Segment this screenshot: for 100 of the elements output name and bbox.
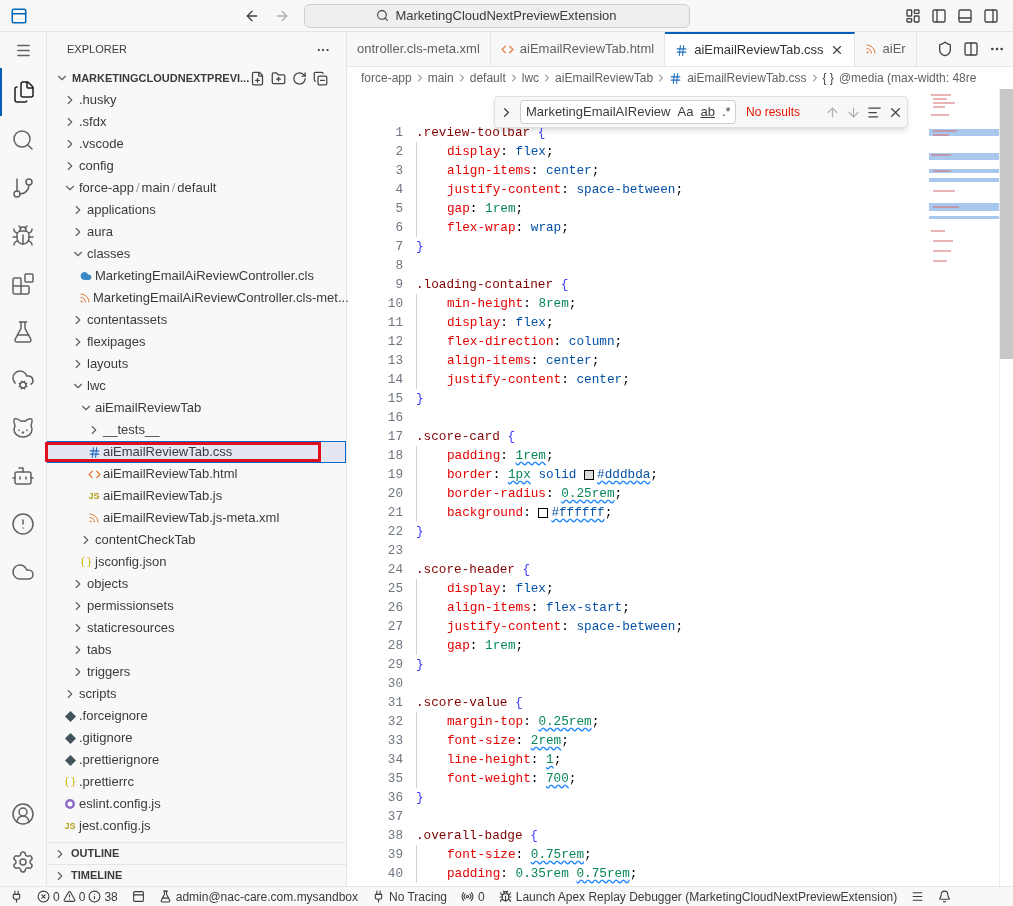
layout-icon[interactable] xyxy=(905,7,921,24)
file-row[interactable]: .gitignore xyxy=(47,727,346,749)
panel-header[interactable]: OUTLINE xyxy=(47,842,346,864)
file-row[interactable]: JS aiEmailReviewTab.js xyxy=(47,485,346,507)
code-line: } xyxy=(416,656,424,674)
folder-row[interactable]: applications xyxy=(47,199,346,221)
folder-row[interactable]: config xyxy=(47,155,346,177)
code-line: justify-content: space-between; xyxy=(416,617,684,637)
folder-row[interactable]: staticresources xyxy=(47,617,346,639)
folder-row[interactable]: .husky xyxy=(47,89,346,111)
line-number: 6 xyxy=(394,219,403,237)
antenna-icon xyxy=(461,890,475,903)
file-row[interactable]: .prettierrc xyxy=(47,771,346,793)
collapse-icon[interactable] xyxy=(313,70,328,86)
workspace-row[interactable]: MARKETINGCLOUDNEXTPREVI... xyxy=(47,67,346,89)
breadcrumb-item[interactable]: @media (max-width: 48re xyxy=(838,69,977,87)
file-row[interactable]: aiEmailReviewTab.js-meta.xml xyxy=(47,507,346,529)
code-line: padding: 0.35rem 0.75rem; xyxy=(416,864,638,884)
org-status[interactable]: admin@nac-care.com.mysandbox xyxy=(158,887,358,906)
tracing-status[interactable]: No Tracing xyxy=(372,887,448,906)
diamond-icon xyxy=(64,732,76,744)
new-file-icon[interactable] xyxy=(250,70,265,86)
breadcrumb-item[interactable]: aiEmailReviewTab.css xyxy=(687,69,807,87)
file-row[interactable]: aiEmailReviewTab.css xyxy=(47,441,346,463)
account-icon[interactable] xyxy=(11,802,35,826)
flask-icon[interactable] xyxy=(11,320,35,344)
file-row[interactable]: jsconfig.json xyxy=(47,551,346,573)
folder-name: .sfdx xyxy=(79,113,107,132)
breadcrumb-item[interactable]: force-app xyxy=(361,69,412,87)
line-number: 27 xyxy=(386,618,403,636)
robot-icon[interactable] xyxy=(11,464,35,488)
folder-name: main xyxy=(141,179,170,198)
window-icon[interactable] xyxy=(131,890,145,903)
line-number: 5 xyxy=(394,200,403,218)
warning-icon xyxy=(62,890,76,903)
folder-row[interactable]: .sfdx xyxy=(47,111,346,133)
split-editor-icon[interactable] xyxy=(963,41,979,57)
breadcrumb-item[interactable]: lwc xyxy=(521,69,540,87)
folder-row[interactable]: permissionsets xyxy=(47,595,346,617)
find-option[interactable]: ab xyxy=(700,102,715,122)
file-name: .prettierignore xyxy=(79,751,160,770)
folder-name: flexipages xyxy=(87,333,146,352)
file-row[interactable]: MarketingEmailAiReviewController.cls xyxy=(47,265,346,287)
search-icon[interactable] xyxy=(11,128,35,152)
find-input[interactable]: MarketingEmailAIReview Aa ab .* xyxy=(520,100,736,124)
folder-name: triggers xyxy=(87,663,131,682)
find-option[interactable]: .* xyxy=(721,102,731,122)
settings-icon[interactable] xyxy=(11,850,35,874)
folder-row[interactable]: contentassets xyxy=(47,309,346,331)
blocks-icon[interactable] xyxy=(11,272,35,296)
panel-bottom-icon[interactable] xyxy=(957,7,973,24)
breadcrumb-item[interactable]: aiEmailReviewTab xyxy=(555,69,654,87)
alert-icon[interactable] xyxy=(11,512,35,536)
ports-status[interactable]: 0 xyxy=(461,887,485,906)
folder-row[interactable]: triggers xyxy=(47,661,346,683)
debugger-status[interactable]: Launch Apex Replay Debugger (MarketingCloudNextPreviewExtension) xyxy=(498,887,898,906)
folder-row[interactable]: objects xyxy=(47,573,346,595)
line-number: 32 xyxy=(386,713,403,731)
folder-row[interactable]: __tests__ xyxy=(47,419,346,441)
folder-row[interactable]: tabs xyxy=(47,639,346,661)
more-actions[interactable]: ··· xyxy=(317,39,330,60)
panel-right-icon[interactable] xyxy=(983,7,999,24)
new-folder-icon[interactable] xyxy=(271,70,286,86)
folder-row[interactable]: contentCheckTab xyxy=(47,529,346,551)
command-search-field[interactable]: MarketingCloudNextPreviewExtension xyxy=(303,3,690,28)
files-icon[interactable] xyxy=(12,80,36,104)
folder-row[interactable]: layouts xyxy=(47,353,346,375)
folder-row[interactable]: .vscode xyxy=(47,133,346,155)
find-status: No results xyxy=(746,104,801,121)
problems-status[interactable]: 0 0 38 xyxy=(37,887,118,906)
file-row[interactable]: .forceignore xyxy=(47,705,346,727)
file-row[interactable]: JS jest.config.js xyxy=(47,815,346,837)
code-line: flex-direction: column; xyxy=(416,332,623,352)
folder-row[interactable]: lwc xyxy=(47,375,346,397)
code-line: align-items: flex-start; xyxy=(416,598,630,618)
file-row[interactable]: MarketingEmailAiReviewController.cls-met... xyxy=(47,287,346,309)
file-row[interactable]: .prettierignore xyxy=(47,749,346,771)
cloud-icon[interactable] xyxy=(11,368,35,392)
folder-row[interactable]: aiEmailReviewTab xyxy=(47,397,346,419)
bug-icon[interactable] xyxy=(11,224,35,248)
editor-tab[interactable]: aiEmailReviewTab.css xyxy=(665,32,855,66)
find-option[interactable]: Aa xyxy=(677,102,694,122)
folder-row[interactable]: aura xyxy=(47,221,346,243)
breadcrumb-item[interactable]: main xyxy=(427,69,454,87)
file-row[interactable]: eslint.config.js xyxy=(47,793,346,815)
panel-left-icon[interactable] xyxy=(931,7,947,24)
folder-row[interactable]: scripts xyxy=(47,683,346,705)
branch-icon[interactable] xyxy=(11,176,35,200)
rss-icon xyxy=(88,512,100,524)
folder-row[interactable]: flexipages xyxy=(47,331,346,353)
refresh-icon[interactable] xyxy=(292,70,307,86)
shield-icon[interactable] xyxy=(937,41,953,57)
folder-row[interactable]: classes xyxy=(47,243,346,265)
code-line: padding: 1rem; xyxy=(416,446,554,466)
code-line: justify-content: space-between; xyxy=(416,180,684,200)
menu-icon[interactable] xyxy=(911,890,925,903)
folder-row[interactable]: force-app/main/default xyxy=(47,177,346,199)
breadcrumb-item[interactable]: default xyxy=(469,69,506,87)
file-row[interactable]: aiEmailReviewTab.html xyxy=(47,463,346,485)
bell-icon[interactable] xyxy=(938,890,952,903)
